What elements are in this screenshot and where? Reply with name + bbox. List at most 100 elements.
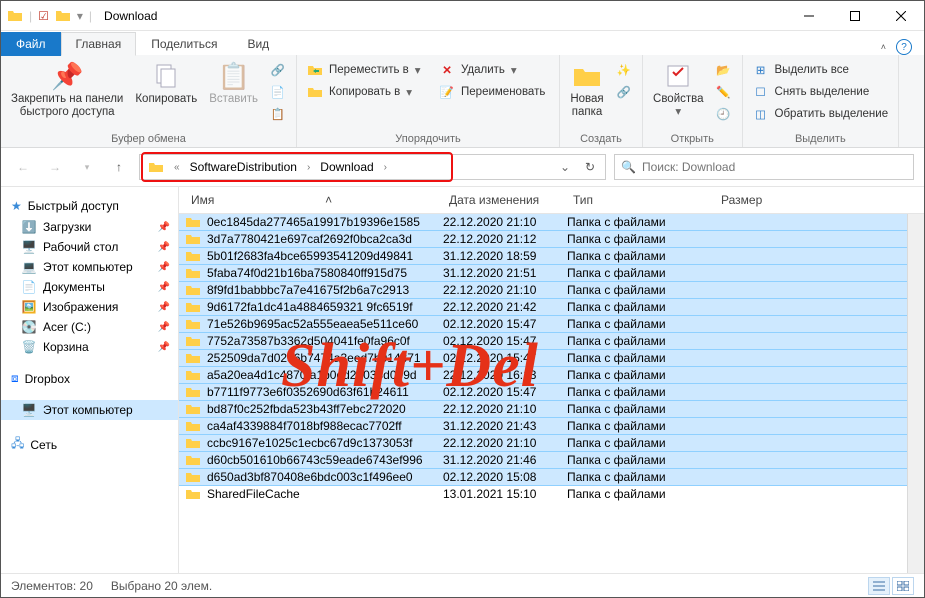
qat-dropdown-icon[interactable]: ▾ [77, 9, 83, 23]
refresh-button[interactable]: ↻ [577, 160, 603, 174]
new-item-button[interactable]: ✨ [610, 59, 638, 81]
file-row[interactable]: ccbc9167e1025c1ecbc67d9c1373053f22.12.20… [179, 434, 907, 452]
select-none-button[interactable]: ☐Снять выделение [747, 81, 895, 103]
file-date: 02.12.2020 15:47 [443, 351, 567, 365]
new-folder-button[interactable]: Новая папка [564, 57, 610, 121]
file-row[interactable]: bd87f0c252fbda523b43ff7ebc27202022.12.20… [179, 400, 907, 418]
tab-file[interactable]: Файл [1, 32, 61, 56]
file-row[interactable]: 0ec1845da277465a19917b19396e158522.12.20… [179, 214, 907, 231]
scrollbar[interactable] [907, 214, 924, 573]
tree-item[interactable]: 🗑️Корзина📌 [1, 337, 178, 357]
nav-forward-button[interactable]: → [43, 155, 67, 179]
tree-item[interactable]: 📄Документы📌 [1, 277, 178, 297]
maximize-button[interactable] [832, 1, 878, 31]
file-row[interactable]: a5a20ea4d1c4870fa1b0dd22033d009d22.12.20… [179, 366, 907, 384]
search-input[interactable] [642, 160, 907, 174]
file-date: 22.12.2020 21:10 [443, 436, 567, 450]
file-row[interactable]: 8f9fd1babbbc7a7e41675f2b6a7c291322.12.20… [179, 281, 907, 299]
file-row[interactable]: 5faba74f0d21b16ba7580840ff915d7531.12.20… [179, 264, 907, 282]
view-details-button[interactable] [868, 577, 890, 595]
copy-button[interactable]: Копировать [129, 57, 203, 108]
ribbon-collapse-icon[interactable]: ˄ [881, 42, 886, 52]
paste-shortcut-button[interactable]: 📋 [264, 103, 292, 125]
nav-recent-button[interactable]: ▾ [75, 155, 99, 179]
address-chev-1[interactable]: › [305, 162, 312, 173]
address-seg-2[interactable]: Download [314, 158, 379, 176]
copy-full-path-button[interactable]: 📄 [264, 81, 292, 103]
folder-icon [185, 215, 203, 229]
pin-icon: 📌 [158, 222, 170, 233]
file-row[interactable]: d60cb501610b66743c59eade6743ef99631.12.2… [179, 451, 907, 469]
file-name: bd87f0c252fbda523b43ff7ebc272020 [207, 402, 406, 416]
address-bar[interactable]: « SoftwareDistribution › Download › ⌄ ↻ [139, 154, 606, 180]
edit-button[interactable]: ✏️ [710, 81, 738, 103]
file-name: ca4af4339884f7018bf988ecac7702ff [207, 419, 402, 433]
col-size[interactable]: Размер [715, 191, 815, 209]
nav-back-button[interactable]: ← [11, 155, 35, 179]
file-row[interactable]: 7752a73587b3362d504041fe0fa96c0f02.12.20… [179, 332, 907, 350]
move-to-button[interactable]: Переместить в ▾ [301, 59, 433, 81]
folder-icon [185, 487, 203, 501]
folder-icon [185, 453, 203, 467]
file-row[interactable]: ca4af4339884f7018bf988ecac7702ff31.12.20… [179, 417, 907, 435]
history-button[interactable]: 🕘 [710, 103, 738, 125]
file-row[interactable]: 9d6172fa1dc41a4884659321 9fc6519f22.12.2… [179, 298, 907, 316]
file-row[interactable]: SharedFileCache13.01.2021 15:10Папка с ф… [179, 485, 907, 503]
file-row[interactable]: 5b01f2683fa4bce65993541209d4984131.12.20… [179, 247, 907, 265]
delete-button[interactable]: ✕Удалить ▾ [433, 59, 555, 81]
address-seg-1[interactable]: SoftwareDistribution [184, 158, 303, 176]
pin-button[interactable]: 📌Закрепить на панели быстрого доступа [5, 57, 129, 121]
tree-item[interactable]: ⬇️Загрузки📌 [1, 217, 178, 237]
folder-icon [185, 402, 203, 416]
tree-item[interactable]: 🖼️Изображения📌 [1, 297, 178, 317]
copy-to-button[interactable]: Копировать в ▾ [301, 81, 433, 103]
col-name[interactable]: Имя˄ [185, 191, 443, 209]
tree-item[interactable]: 💽Acer (C:)📌 [1, 317, 178, 337]
properties-button[interactable]: Свойства▾ [647, 57, 710, 121]
easy-access-button[interactable]: 🔗 [610, 81, 638, 103]
qat-folder-icon[interactable] [55, 8, 71, 24]
nav-up-button[interactable]: ↑ [107, 155, 131, 179]
tree-network[interactable]: 🖧Сеть [1, 430, 178, 459]
file-row[interactable]: 252509da7d0256b7474a3eed7b014371 02.12.20… [179, 349, 907, 367]
help-icon[interactable]: ? [896, 39, 912, 55]
file-row[interactable]: 71e526b9695ac52a555eaea5e511ce6002.12.20… [179, 315, 907, 333]
col-date[interactable]: Дата изменения [443, 191, 567, 209]
file-date: 22.12.2020 21:12 [443, 232, 567, 246]
tree-item[interactable]: 💻Этот компьютер📌 [1, 257, 178, 277]
tree-item[interactable]: 🖥️Рабочий стол📌 [1, 237, 178, 257]
address-chev-2[interactable]: › [382, 162, 389, 173]
copy-path-button[interactable]: 🔗 [264, 59, 292, 81]
tree-this-pc[interactable]: 🖥️Этот компьютер [1, 400, 178, 420]
folder-icon [185, 283, 203, 297]
address-chev-0[interactable]: « [172, 162, 182, 173]
tree-item-label: Корзина [43, 340, 89, 354]
file-name: d650ad3bf870408e6bdc003c1f496ee0 [207, 470, 413, 484]
file-name: 252509da7d0256b7474a3eed7b014371 [207, 351, 421, 365]
tab-share[interactable]: Поделиться [136, 32, 232, 56]
search-box[interactable]: 🔍 [614, 154, 914, 180]
tree-item-label: Изображения [43, 300, 118, 314]
col-type[interactable]: Тип [567, 191, 715, 209]
folder-icon [185, 232, 203, 246]
paste-button[interactable]: 📋Вставить [203, 57, 264, 108]
close-button[interactable] [878, 1, 924, 31]
rename-button[interactable]: 📝Переименовать [433, 81, 555, 103]
tab-home[interactable]: Главная [61, 32, 137, 56]
address-dropdown-icon[interactable]: ⌄ [555, 160, 575, 174]
file-row[interactable]: 3d7a7780421e697caf2692f0bca2ca3d22.12.20… [179, 230, 907, 248]
ribbon: 📌Закрепить на панели быстрого доступа Ко… [1, 55, 924, 147]
tree-quick-access[interactable]: ★Быстрый доступ [1, 195, 178, 217]
file-row[interactable]: d650ad3bf870408e6bdc003c1f496ee002.12.20… [179, 468, 907, 486]
qat-checkbox-icon[interactable]: ☑ [38, 9, 49, 23]
column-headers: Имя˄ Дата изменения Тип Размер [179, 187, 924, 214]
tab-view[interactable]: Вид [232, 32, 284, 56]
open-button[interactable]: 📂 [710, 59, 738, 81]
select-all-button[interactable]: ⊞Выделить все [747, 59, 895, 81]
tree-dropbox[interactable]: ⧈Dropbox [1, 367, 178, 390]
file-row[interactable]: b7711f9773e6f0352690d63f61b2461102.12.20… [179, 383, 907, 401]
invert-selection-button[interactable]: ◫Обратить выделение [747, 103, 895, 125]
minimize-button[interactable] [786, 1, 832, 31]
address-root-icon[interactable] [142, 157, 170, 177]
view-large-button[interactable] [892, 577, 914, 595]
